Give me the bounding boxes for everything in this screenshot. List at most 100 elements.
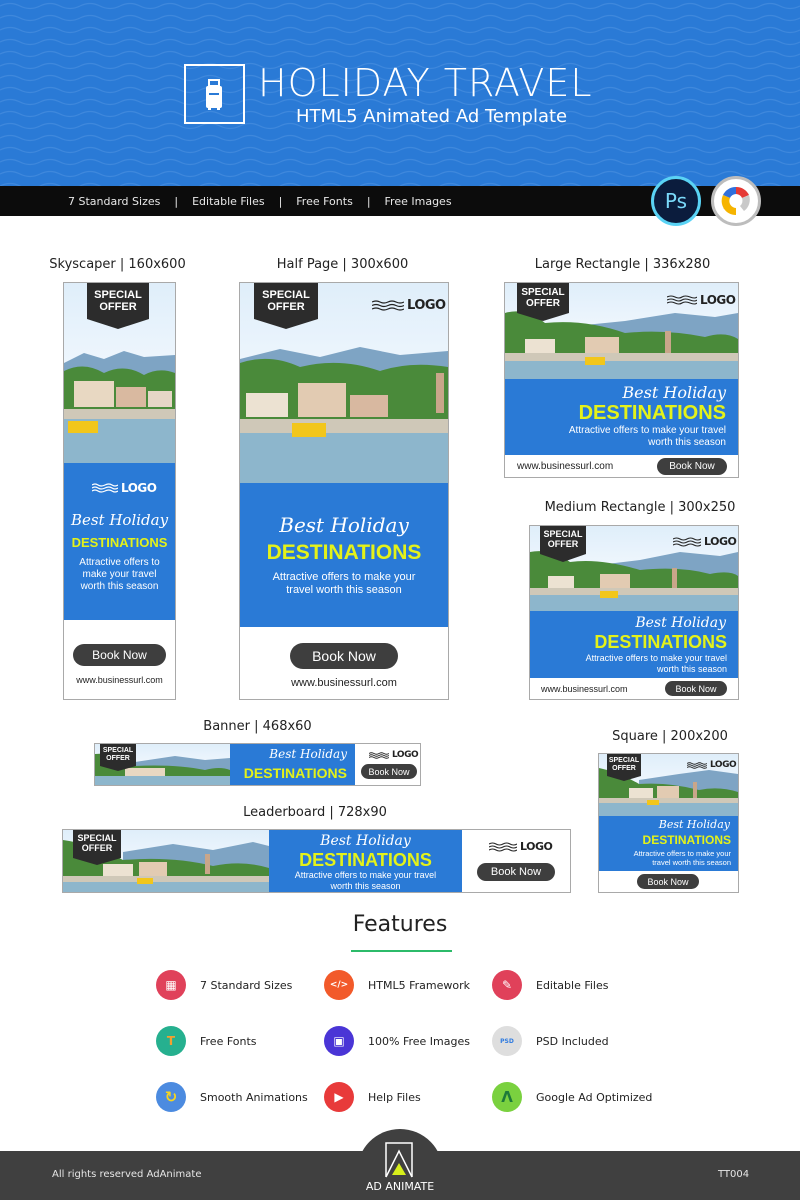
feature-label: Google Ad Optimized xyxy=(536,1090,653,1104)
half-page-label: Half Page | 300x600 xyxy=(276,257,409,272)
waves-icon xyxy=(489,841,517,852)
book-now-button[interactable]: Book Now xyxy=(665,681,727,696)
brand-logo: LOGO xyxy=(369,750,419,760)
separator: | xyxy=(174,194,179,208)
badge-line: OFFER xyxy=(612,764,636,772)
special-offer-badge: SPECIAL OFFER xyxy=(517,283,569,321)
script-heading: Best Holiday xyxy=(70,511,169,529)
feature-item: ✎ Editable Files xyxy=(492,970,608,1000)
offer-subtext: Attractive offers to make your travel wo… xyxy=(64,557,175,593)
large-rectangle-ad[interactable]: SPECIAL OFFER LOGO Best Holiday DESTINAT… xyxy=(504,282,739,478)
badge-line: OFFER xyxy=(99,301,137,314)
feature-item: ▦ 7 Standard Sizes xyxy=(156,970,292,1000)
brand-logo: LOGO xyxy=(687,760,737,770)
edit-document-icon: ✎ xyxy=(492,970,522,1000)
brand-logo: LOGO xyxy=(673,535,737,548)
strip-item: 7 Standard Sizes xyxy=(68,194,161,208)
book-now-button[interactable]: Book Now xyxy=(73,644,166,666)
badge-line: OFFER xyxy=(547,538,579,549)
business-url-link[interactable]: www.businessurl.com xyxy=(64,675,175,685)
feature-label: Free Fonts xyxy=(200,1034,257,1048)
book-now-button[interactable]: Book Now xyxy=(361,764,417,779)
special-offer-badge: .b1::after{border-left-width:31px;border… xyxy=(87,283,149,329)
separator: | xyxy=(366,194,371,208)
waves-icon xyxy=(673,536,701,547)
features-heading: Features xyxy=(352,912,448,937)
half-page-ad[interactable]: SPECIAL OFFER LOGO Best Holiday DESTINAT… xyxy=(239,282,449,700)
destinations-heading: DESTINATIONS xyxy=(243,765,347,781)
subtext-line: make your travel xyxy=(82,569,157,580)
help-file-icon: ▶ xyxy=(324,1082,354,1112)
badge-line: OFFER xyxy=(526,298,560,309)
badge-line: SPECIAL xyxy=(262,289,310,301)
book-now-button[interactable]: Book Now xyxy=(290,643,398,669)
offer-subtext: Attractive offers to make your travel wo… xyxy=(586,653,727,675)
offer-subtext: Attractive offers to make your travel wo… xyxy=(569,425,726,449)
subtext-line: worth this season xyxy=(648,437,726,448)
skyscraper-label: Skyscaper | 160x600 xyxy=(49,257,186,272)
strip-item: Free Images xyxy=(384,194,452,208)
feature-label: 100% Free Images xyxy=(368,1034,470,1048)
square-ad[interactable]: SPECIAL OFFER LOGO Best Holiday DESTINAT… xyxy=(598,753,739,893)
offer-subtext: Attractive offers to make your travel wo… xyxy=(634,849,731,867)
destinations-heading: DESTINATIONS xyxy=(594,632,727,652)
waves-icon xyxy=(369,751,389,759)
feature-label: Editable Files xyxy=(536,978,609,992)
html-file-icon: </> xyxy=(324,970,354,1000)
business-url-link[interactable]: www.businessurl.com xyxy=(517,461,613,472)
book-now-button[interactable]: Book Now xyxy=(637,874,699,889)
logo-text: LOGO xyxy=(700,293,736,307)
feature-item: </> HTML5 Framework xyxy=(324,970,470,1000)
footer-template-code: TT004 xyxy=(718,1169,750,1180)
feature-item: ↻ Smooth Animations xyxy=(156,1082,308,1112)
strip-item: Free Fonts xyxy=(296,194,353,208)
skyscraper-ad[interactable]: .b1::after{border-left-width:31px;border… xyxy=(63,282,176,700)
subtext-line: travel worth this season xyxy=(286,584,402,597)
photoshop-icon: Ps xyxy=(651,176,701,226)
destinations-heading: DESTINATIONS xyxy=(71,535,168,550)
business-url-link[interactable]: www.businessurl.com xyxy=(541,684,628,694)
leaderboard-ad[interactable]: SPECIAL OFFER Best Holiday DESTINATIONS … xyxy=(62,829,571,893)
leaderboard-label: Leaderboard | 728x90 xyxy=(243,805,387,820)
script-heading: Best Holiday xyxy=(279,513,409,537)
script-heading: Best Holiday xyxy=(658,818,730,831)
logo-text: LOGO xyxy=(407,298,446,313)
square-label: Square | 200x200 xyxy=(612,729,728,744)
feature-item: T Free Fonts xyxy=(156,1026,257,1056)
images-icon: ▣ xyxy=(324,1026,354,1056)
large-rectangle-label: Large Rectangle | 336x280 xyxy=(534,257,711,272)
waves-icon xyxy=(687,761,707,769)
script-heading: Best Holiday xyxy=(635,615,726,631)
subtext-line: Attractive offers to make your xyxy=(272,571,416,583)
badge-line: OFFER xyxy=(106,754,130,762)
special-offer-badge: SPECIAL OFFER xyxy=(73,830,121,865)
footer-copyright: All rights reserved AdAnimate xyxy=(52,1169,202,1180)
script-heading: Best Holiday xyxy=(622,383,726,402)
special-offer-badge: SPECIAL OFFER xyxy=(607,754,641,781)
feature-label: Help Files xyxy=(368,1090,421,1104)
business-url-link[interactable]: www.businessurl.com xyxy=(240,677,448,689)
subtext-line: worth this season xyxy=(80,581,159,592)
brand-logo: LOGO xyxy=(372,298,446,313)
medium-rectangle-ad[interactable]: SPECIAL OFFER LOGO Best Holiday DESTINAT… xyxy=(529,525,739,700)
features-divider xyxy=(351,950,452,952)
logo-text: LOGO xyxy=(392,750,419,760)
waves-icon xyxy=(372,300,404,311)
brand-logo: LOGO xyxy=(489,840,553,853)
badge-line: SPECIAL xyxy=(94,289,142,301)
destinations-heading: DESTINATIONS xyxy=(266,541,422,564)
subtext-line: travel worth this season xyxy=(652,858,731,867)
logo-text: LOGO xyxy=(704,535,737,548)
feature-label: Smooth Animations xyxy=(200,1090,308,1104)
destinations-heading: DESTINATIONS xyxy=(578,402,726,424)
book-now-button[interactable]: Book Now xyxy=(657,458,727,475)
offer-subtext: Attractive offers to make your travel wo… xyxy=(240,571,448,597)
book-now-button[interactable]: Book Now xyxy=(477,863,555,881)
subtext-line: Attractive offers to make your travel xyxy=(568,425,726,436)
feature-label: PSD Included xyxy=(536,1034,609,1048)
subtext-line: worth this season xyxy=(656,663,727,674)
offer-panel: LOGO Best Holiday DESTINATIONS Attractiv… xyxy=(64,463,175,620)
banner-ad[interactable]: SPECIAL OFFER Best Holiday DESTINATIONS … xyxy=(94,743,421,786)
badge-line: SPECIAL xyxy=(102,747,134,754)
animation-loop-icon: ↻ xyxy=(156,1082,186,1112)
